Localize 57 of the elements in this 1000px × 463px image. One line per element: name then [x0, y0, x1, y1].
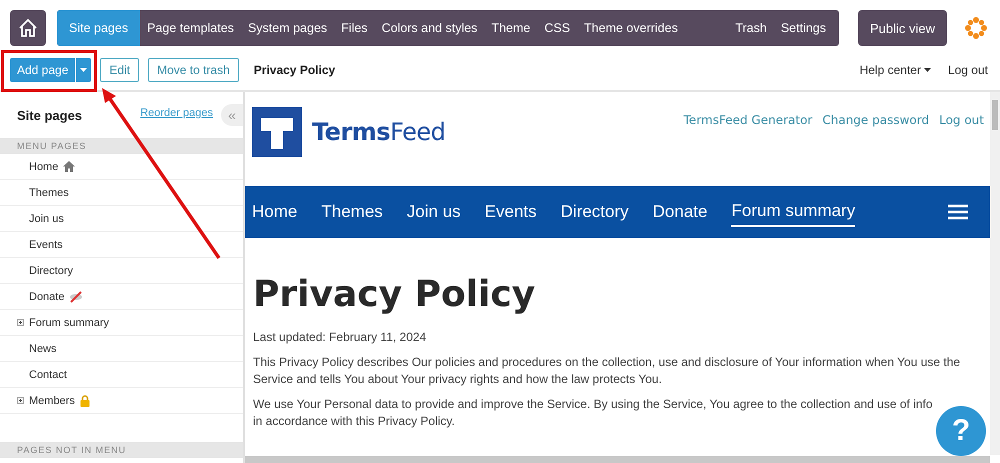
help-center-menu[interactable]: Help center: [860, 63, 931, 77]
page-heading: Privacy Policy: [253, 274, 536, 315]
paragraph: in accordance with this Privacy Policy.: [253, 413, 455, 430]
page-list-item[interactable]: Events: [0, 232, 243, 258]
page-list-item[interactable]: Home: [0, 154, 243, 180]
nav-tab[interactable]: Colors and styles: [374, 10, 484, 46]
site-nav-link[interactable]: Join us: [406, 198, 461, 226]
logo-icon: [252, 107, 302, 157]
edit-button[interactable]: Edit: [100, 58, 140, 82]
nav-tab[interactable]: Page templates: [140, 10, 241, 46]
house-icon: [17, 17, 39, 39]
paragraph: We use Your Personal data to provide and improve the Service. By using the Service, You agree to the collection and use of info: [253, 396, 934, 413]
page-list-item[interactable]: Contact: [0, 362, 243, 388]
logo-text: TermsFeed: [312, 118, 446, 146]
page-list-item[interactable]: Join us: [0, 206, 243, 232]
nav-tab[interactable]: Settings: [774, 10, 833, 46]
nav-tab[interactable]: Trash: [728, 10, 774, 46]
page-list-item[interactable]: Themes: [0, 180, 243, 206]
site-nav-link[interactable]: Themes: [321, 198, 383, 226]
caret-icon: [80, 68, 88, 72]
nav-tab[interactable]: CSS: [537, 10, 578, 46]
site-nav-link[interactable]: Home: [252, 198, 298, 226]
nav-tab[interactable]: Theme overrides: [577, 10, 685, 46]
vertical-scrollbar[interactable]: [990, 92, 1000, 455]
site-nav-link[interactable]: Directory: [560, 198, 629, 226]
page-list-item[interactable]: Members: [0, 388, 243, 414]
public-view-button[interactable]: Public view: [858, 10, 948, 46]
section-heading: MENU PAGES: [0, 138, 243, 154]
hidden-icon: [69, 290, 84, 302]
header-link[interactable]: Change password: [822, 113, 930, 127]
paragraph: Last updated: February 11, 2024: [253, 329, 428, 346]
page-list-item[interactable]: Forum summary: [0, 310, 243, 336]
header-link[interactable]: Log out: [939, 113, 984, 127]
section-heading: PAGES NOT IN MENU: [0, 442, 243, 458]
site-nav-link[interactable]: Donate: [652, 198, 708, 226]
home-button[interactable]: [10, 10, 46, 46]
sidebar-title: Site pages: [17, 108, 84, 122]
house-icon: [63, 161, 76, 172]
nav-tab[interactable]: Files: [334, 10, 375, 46]
move-to-trash-button[interactable]: Move to trash: [148, 58, 239, 82]
page-list-item[interactable]: Directory: [0, 258, 243, 284]
nav-tab[interactable]: Theme: [484, 10, 538, 46]
log-out-link[interactable]: Log out: [948, 63, 988, 77]
site-nav-link[interactable]: Events: [484, 198, 537, 226]
lock-icon: [80, 394, 90, 406]
horizontal-scrollbar[interactable]: [245, 456, 990, 463]
caret-icon: [924, 68, 931, 72]
nav-tab[interactable]: System pages: [240, 10, 334, 46]
dropdown-button[interactable]: [75, 58, 92, 82]
menu-icon[interactable]: [948, 204, 968, 220]
page-list-item[interactable]: News: [0, 336, 243, 362]
site-nav-link[interactable]: Forum summary: [731, 197, 856, 227]
flower-logo-icon: [964, 16, 988, 40]
header-link[interactable]: TermsFeed Generator: [684, 113, 812, 127]
page-list-item[interactable]: Donate: [0, 284, 243, 310]
page-title: Privacy Policy: [254, 63, 336, 77]
paragraph: This Privacy Policy describes Our policies and procedures on the collection, use and disclosure of Your information when You use the Service and tells You about Your privacy rights and how the law protects You.: [253, 354, 962, 388]
